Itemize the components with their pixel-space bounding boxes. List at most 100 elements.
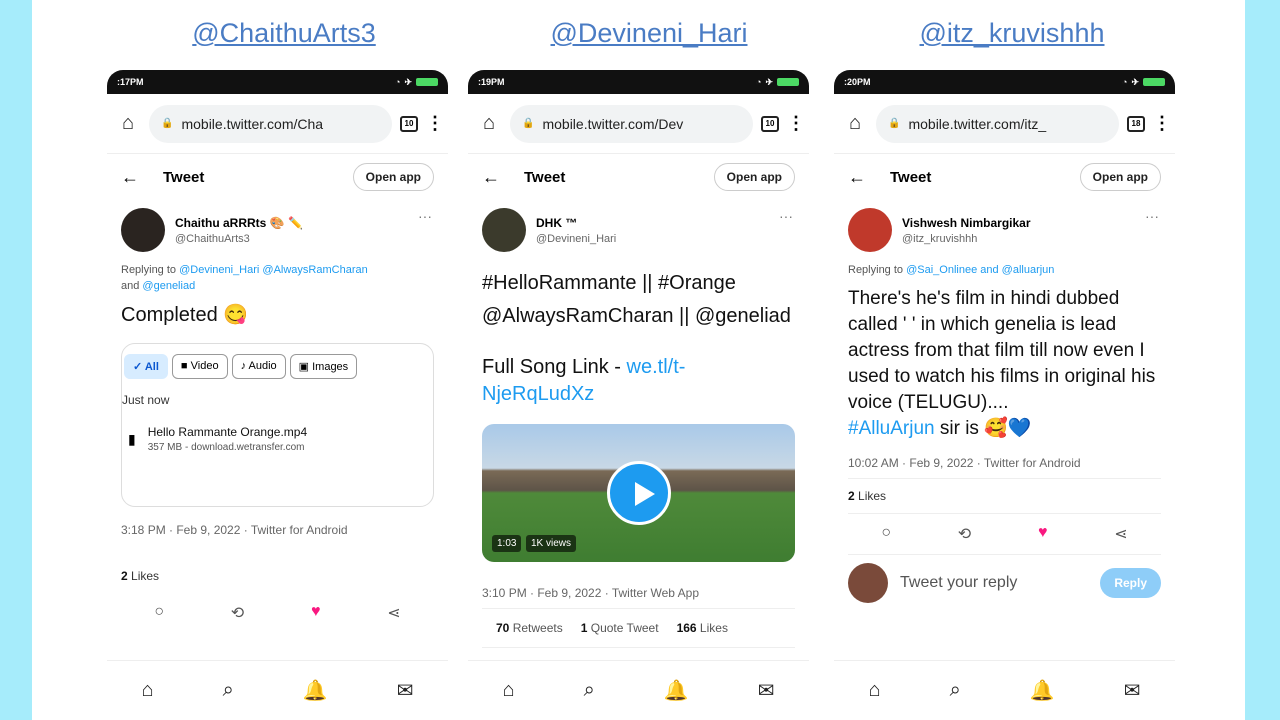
open-app-button[interactable]: Open app <box>713 163 795 191</box>
home-icon[interactable]: ⌂ <box>115 112 141 135</box>
song-link-text: Full Song Link - we.tl/t-NjeRqLudXz <box>468 336 809 414</box>
chip-video[interactable]: ■ Video <box>171 354 228 379</box>
likes-stat[interactable]: 166 Likes <box>677 621 728 635</box>
share-icon[interactable]: ⋖ <box>1114 524 1127 544</box>
file-name: Hello Rammante Orange.mp4 <box>147 425 308 439</box>
retweet-icon[interactable]: ⟲ <box>958 524 971 544</box>
tabs-button[interactable]: 10 <box>761 115 779 132</box>
bottom-nav: ⌂ ⌕ 🔔 ✉ <box>834 660 1175 720</box>
author-name[interactable]: Chaithu aRRRts 🎨 ✏️ <box>175 216 303 230</box>
likes-label: Likes <box>696 621 728 635</box>
author-handle[interactable]: @Devineni_Hari <box>536 233 616 245</box>
home-icon[interactable]: ⌂ <box>842 112 868 135</box>
status-icons: ◔ ✈ <box>395 77 438 88</box>
hashtags-line-2[interactable]: @AlwaysRamCharan || @geneliad <box>468 303 809 336</box>
likes-count: 166 <box>676 621 697 635</box>
avatar[interactable] <box>482 208 526 252</box>
more-icon[interactable]: ··· <box>1145 208 1159 224</box>
reply-and: and <box>121 280 143 292</box>
author-handle[interactable]: @ChaithuArts3 <box>175 233 303 245</box>
nav-home-icon[interactable]: ⌂ <box>142 679 154 702</box>
open-app-button[interactable]: Open app <box>1079 163 1161 191</box>
url-field[interactable]: 🔒 mobile.twitter.com/itz_ <box>876 104 1119 143</box>
nav-bell-icon[interactable]: 🔔 <box>303 678 328 703</box>
home-icon[interactable]: ⌂ <box>476 112 502 135</box>
nav-search-icon[interactable]: ⌕ <box>223 679 234 702</box>
author-handle[interactable]: @itz_kruvishhh <box>902 233 1031 245</box>
kebab-menu-icon[interactable]: ⋮ <box>1153 113 1171 134</box>
battery-icon <box>1143 78 1165 86</box>
video-player[interactable]: 1:03 1K views <box>482 424 795 562</box>
nav-home-icon[interactable]: ⌂ <box>503 679 515 702</box>
avatar[interactable] <box>121 208 165 252</box>
hashtags-line-1[interactable]: #HelloRammante || #Orange <box>468 260 809 303</box>
header-handle-1: @ChaithuArts3 <box>192 18 376 48</box>
reply-targets-link[interactable]: @Sai_Onlinee and @alluarjun <box>906 264 1054 276</box>
nav-home-icon[interactable]: ⌂ <box>869 679 881 702</box>
author-name[interactable]: Vishwesh Nimbargikar <box>902 216 1031 230</box>
status-bar: :20PM ◔ ✈ <box>834 70 1175 94</box>
nav-bell-icon[interactable]: 🔔 <box>664 678 689 703</box>
author-name[interactable]: DHK ™ <box>536 216 616 230</box>
share-icon[interactable]: ⋖ <box>387 603 400 623</box>
tweet-author: DHK ™ @Devineni_Hari ··· <box>468 200 809 260</box>
back-arrow-icon[interactable]: ← <box>482 167 500 188</box>
open-app-button[interactable]: Open app <box>352 163 434 191</box>
status-time: :20PM <box>844 77 871 87</box>
reply-icon[interactable]: ○ <box>154 603 164 623</box>
filter-chips: ✓ All ■ Video ♪ Audio ▣ Images <box>122 354 433 379</box>
hashtag-link[interactable]: #AlluArjun <box>848 418 935 439</box>
nav-mail-icon[interactable]: ✉ <box>397 678 414 703</box>
retweet-icon[interactable]: ⟲ <box>231 603 244 623</box>
bottom-nav: ⌂ ⌕ 🔔 ✉ <box>468 660 809 720</box>
tweet-author: Vishwesh Nimbargikar @itz_kruvishhh ··· <box>834 200 1175 260</box>
likes-count: 2 <box>848 489 855 503</box>
retweets-stat[interactable]: 70 Retweets <box>496 621 563 635</box>
nav-search-icon[interactable]: ⌕ <box>584 679 595 702</box>
status-bar: :19PM ◔ ✈ <box>468 70 809 94</box>
avatar[interactable] <box>848 208 892 252</box>
tabs-button[interactable]: 18 <box>1127 115 1145 132</box>
back-arrow-icon[interactable]: ← <box>121 167 139 188</box>
battery-icon <box>777 78 799 86</box>
tweet-title: Tweet <box>163 168 205 186</box>
nav-mail-icon[interactable]: ✉ <box>758 678 775 703</box>
chip-audio[interactable]: ♪ Audio <box>231 354 286 379</box>
reply-input[interactable]: Tweet your reply <box>900 574 1088 592</box>
url-field[interactable]: 🔒 mobile.twitter.com/Cha <box>149 104 392 143</box>
reply-targets-link[interactable]: @Devineni_Hari @AlwaysRamCharan <box>179 264 368 276</box>
url-field[interactable]: 🔒 mobile.twitter.com/Dev <box>510 104 753 143</box>
status-icons: ◔ ✈ <box>756 77 799 88</box>
reply-icon[interactable]: ○ <box>881 524 891 544</box>
like-icon[interactable]: ♥ <box>1038 524 1048 544</box>
screenshot-card: ✓ All ■ Video ♪ Audio ▣ Images Just now … <box>121 343 434 507</box>
tweet-actions: ○ ⟲ ♥ ⋖ <box>834 514 1175 554</box>
kebab-menu-icon[interactable]: ⋮ <box>787 113 805 134</box>
phone-1: :17PM ◔ ✈ ⌂ 🔒 mobile.twitter.com/Cha 10 ⋮ … <box>107 70 448 720</box>
play-icon[interactable] <box>606 461 671 525</box>
more-icon[interactable]: ··· <box>418 208 432 224</box>
status-time: :17PM <box>117 77 144 87</box>
tabs-button[interactable]: 10 <box>400 115 418 132</box>
nav-search-icon[interactable]: ⌕ <box>950 679 961 702</box>
video-views: 1K views <box>526 535 577 552</box>
back-arrow-icon[interactable]: ← <box>848 167 866 188</box>
kebab-menu-icon[interactable]: ⋮ <box>426 113 444 134</box>
reply-avatar <box>848 563 888 603</box>
like-icon[interactable]: ♥ <box>311 603 321 623</box>
chip-all[interactable]: ✓ All <box>124 354 168 379</box>
quotes-stat[interactable]: 1 Quote Tweet <box>581 621 659 635</box>
tweet-header: ← Tweet Open app <box>468 154 809 200</box>
more-icon[interactable]: ··· <box>779 208 793 224</box>
browser-url-bar: ⌂ 🔒 mobile.twitter.com/Dev 10 ⋮ <box>468 94 809 154</box>
lock-icon: 🔒 <box>888 118 901 129</box>
reply-button[interactable]: Reply <box>1100 568 1161 598</box>
likes-row[interactable]: 2 Likes <box>107 559 448 593</box>
likes-row[interactable]: 2 Likes <box>834 479 1175 513</box>
nav-bell-icon[interactable]: 🔔 <box>1030 678 1055 703</box>
browser-url-bar: ⌂ 🔒 mobile.twitter.com/Cha 10 ⋮ <box>107 94 448 154</box>
nav-mail-icon[interactable]: ✉ <box>1124 678 1141 703</box>
chip-images[interactable]: ▣ Images <box>289 354 358 379</box>
reply-last-link[interactable]: @geneliad <box>142 280 195 292</box>
download-file-row[interactable]: ▮ Hello Rammante Orange.mp4 357 MB - dow… <box>122 407 433 453</box>
